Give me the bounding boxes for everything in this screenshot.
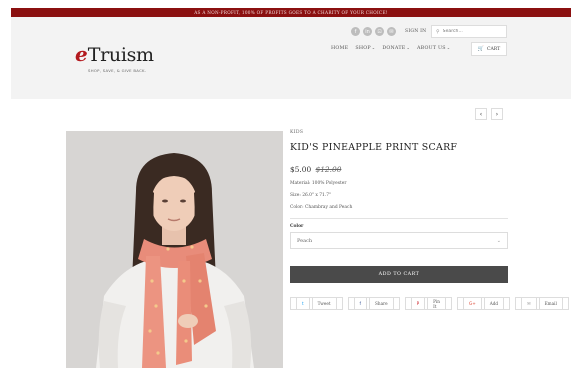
site-header: eTruism SHOP, SAVE, & GIVE BACK. f in ⊡ … <box>11 17 571 99</box>
logo-name: Truism <box>87 44 154 66</box>
nav-label: DONATE <box>382 46 406 51</box>
nav-home[interactable]: HOME <box>331 46 348 51</box>
chevron-down-icon: ⌄ <box>496 237 501 244</box>
logo-tagline: SHOP, SAVE, & GIVE BACK. <box>88 68 147 73</box>
google-plus-button[interactable]: G+ Add <box>456 297 511 310</box>
nav-label: SHOP <box>355 46 371 51</box>
nav-shop[interactable]: SHOP⌄ <box>355 45 375 51</box>
twitter-icon: t <box>296 297 310 310</box>
product-details: KIDS KID'S PINEAPPLE PRINT SCARF $5.00 $… <box>290 130 569 310</box>
nav-label: ABOUT US <box>417 46 446 51</box>
chevron-down-icon: ⌄ <box>406 45 410 50</box>
pinterest-icon: P <box>410 297 426 310</box>
product-pager: ‹ › <box>475 108 503 120</box>
nav-about-us[interactable]: ABOUT US⌄ <box>417 45 450 51</box>
chevron-down-icon: ⌄ <box>371 45 376 50</box>
product-image[interactable] <box>66 131 283 368</box>
spec-size: Size: 26.0" x 71.7" <box>290 193 332 198</box>
original-price: $12.00 <box>315 165 342 174</box>
share-label: Share <box>369 297 394 310</box>
cart-label: CART <box>486 46 501 52</box>
cart-button[interactable]: 🛒 CART <box>471 42 507 56</box>
product-category-link[interactable]: KIDS <box>290 130 508 135</box>
instagram-icon[interactable]: ⊡ <box>375 27 384 36</box>
product-photo-illustration <box>66 131 283 368</box>
facebook-icon: f <box>353 297 368 310</box>
nav-label: HOME <box>331 45 349 51</box>
search-input[interactable] <box>442 29 503 34</box>
share-label: Add <box>483 297 505 310</box>
search-box[interactable]: ⚲ <box>431 25 507 38</box>
email-share-button[interactable]: ✉ Email <box>515 297 569 310</box>
site-logo[interactable]: eTruism SHOP, SAVE, & GIVE BACK. <box>75 42 154 73</box>
pin-it-button[interactable]: P Pin It <box>404 297 452 310</box>
main-nav: HOME SHOP⌄ DONATE⌄ ABOUT US⌄ <box>331 45 450 51</box>
color-select[interactable]: Peach ⌄ <box>290 232 508 249</box>
logo-prefix: e <box>75 42 88 66</box>
spec-color: Color: Chambray and Peach <box>290 205 353 210</box>
spec-material: Material: 100% Polyester <box>290 181 347 186</box>
share-label: Email <box>538 297 563 310</box>
sign-in-link[interactable]: SIGN IN <box>405 29 426 34</box>
nav-donate[interactable]: DONATE⌄ <box>382 45 410 51</box>
email-icon[interactable]: ✉ <box>387 27 396 36</box>
current-price: $5.00 <box>290 165 312 174</box>
cart-icon: 🛒 <box>477 46 484 52</box>
color-selected-value: Peach <box>297 237 313 244</box>
product-title: KID'S PINEAPPLE PRINT SCARF <box>290 142 458 153</box>
banner-text: AS A NON-PROFIT, 100% OF PROFITS GOES TO… <box>194 10 388 15</box>
search-icon: ⚲ <box>436 28 440 35</box>
chevron-right-icon[interactable]: › <box>491 108 503 120</box>
add-to-cart-button[interactable]: ADD TO CART <box>290 266 508 283</box>
tweet-button[interactable]: t Tweet <box>290 297 343 310</box>
google-plus-icon: G+ <box>462 297 482 310</box>
chevron-down-icon: ⌄ <box>446 45 451 50</box>
divider <box>290 218 508 219</box>
color-label: Color <box>290 224 304 229</box>
linkedin-icon[interactable]: in <box>363 27 372 36</box>
announcement-banner: AS A NON-PROFIT, 100% OF PROFITS GOES TO… <box>11 8 571 17</box>
price: $5.00 $12.00 <box>290 165 508 174</box>
social-links: f in ⊡ ✉ <box>351 27 396 36</box>
share-label: Pin It <box>427 297 446 310</box>
share-buttons: t Tweet f Share P Pin It G+ Add ✉ Email <box>290 297 569 310</box>
share-label: Tweet <box>311 297 337 310</box>
envelope-icon: ✉ <box>521 297 537 310</box>
facebook-share-button[interactable]: f Share <box>347 297 400 310</box>
chevron-left-icon[interactable]: ‹ <box>475 108 487 120</box>
facebook-icon[interactable]: f <box>351 27 360 36</box>
